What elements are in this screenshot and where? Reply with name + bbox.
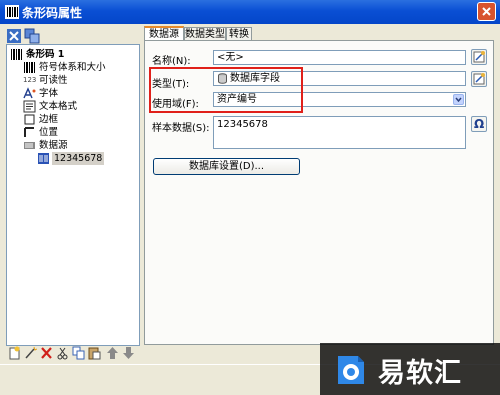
window-title: 条形码属性 — [22, 6, 83, 20]
tab-transform[interactable]: 转换 — [226, 27, 252, 41]
dropdown-button[interactable] — [453, 94, 464, 105]
tree-toolbar — [6, 28, 139, 44]
move-up-icon[interactable] — [106, 346, 119, 360]
new-item-icon[interactable] — [8, 346, 21, 360]
edit-icon — [473, 51, 485, 63]
name-label: 名称(N): — [152, 56, 191, 67]
watermark-text: 易软汇 — [378, 358, 462, 389]
properties-window: 条形码属性 条形码 1 符号体系和大小 123 可读性 字体 文本格式 边框 位… — [0, 0, 500, 395]
barcode-app-icon — [5, 5, 19, 19]
close-icon — [482, 7, 491, 16]
sample-data-special-button[interactable]: Ω — [471, 116, 487, 132]
tab-data-type[interactable]: 数据类型 — [184, 27, 226, 41]
wizard-icon[interactable] — [24, 346, 37, 360]
cut-icon[interactable] — [56, 346, 69, 360]
tree-item-label: 字体 — [39, 88, 59, 99]
property-tree: 条形码 1 符号体系和大小 123 可读性 字体 文本格式 边框 位置 数据源 … — [6, 44, 140, 346]
data-item-icon — [38, 153, 49, 164]
watermark: 易软汇 — [320, 343, 500, 395]
chevron-down-icon — [455, 97, 462, 103]
tree-item-label: 可读性 — [39, 75, 68, 86]
highlight-box — [149, 67, 303, 113]
name-edit-button[interactable] — [471, 49, 487, 65]
title-bar: 条形码属性 — [0, 0, 500, 24]
tree-action-toolbar — [8, 346, 140, 362]
tree-child-label: 12345678 — [52, 152, 105, 165]
font-icon — [23, 87, 36, 99]
edit-icon — [473, 73, 485, 85]
readability-icon: 123 — [23, 76, 37, 84]
border-icon — [24, 114, 35, 125]
tree-item-label: 符号体系和大小 — [39, 62, 106, 73]
tree-root-label: 条形码 1 — [26, 49, 65, 60]
tree-item-label: 文本格式 — [39, 101, 78, 112]
sample-data-field[interactable]: 12345678 — [213, 116, 466, 149]
datasource-icon — [24, 142, 35, 149]
copy-icon[interactable] — [72, 346, 85, 360]
position-icon — [24, 127, 34, 137]
expand-all-icon[interactable] — [6, 28, 22, 44]
close-button[interactable] — [477, 2, 496, 21]
database-settings-button[interactable]: 数据库设置(D)... — [153, 158, 300, 175]
tree-item-label: 位置 — [39, 127, 59, 138]
name-field[interactable]: <无> — [213, 50, 466, 65]
omega-icon: Ω — [474, 117, 485, 131]
tree-item-label: 边框 — [39, 114, 59, 125]
barcode-icon — [11, 49, 22, 60]
move-down-icon[interactable] — [122, 346, 135, 360]
paste-icon[interactable] — [88, 346, 101, 360]
delete-icon[interactable] — [40, 346, 53, 360]
sample-data-label: 样本数据(S): — [152, 123, 210, 134]
tree-item-label: 数据源 — [39, 140, 68, 151]
text-format-icon — [23, 100, 36, 113]
copy-view-icon[interactable] — [24, 28, 40, 44]
barcode-icon — [24, 62, 35, 73]
watermark-logo — [338, 356, 364, 384]
type-edit-button[interactable] — [471, 71, 487, 87]
